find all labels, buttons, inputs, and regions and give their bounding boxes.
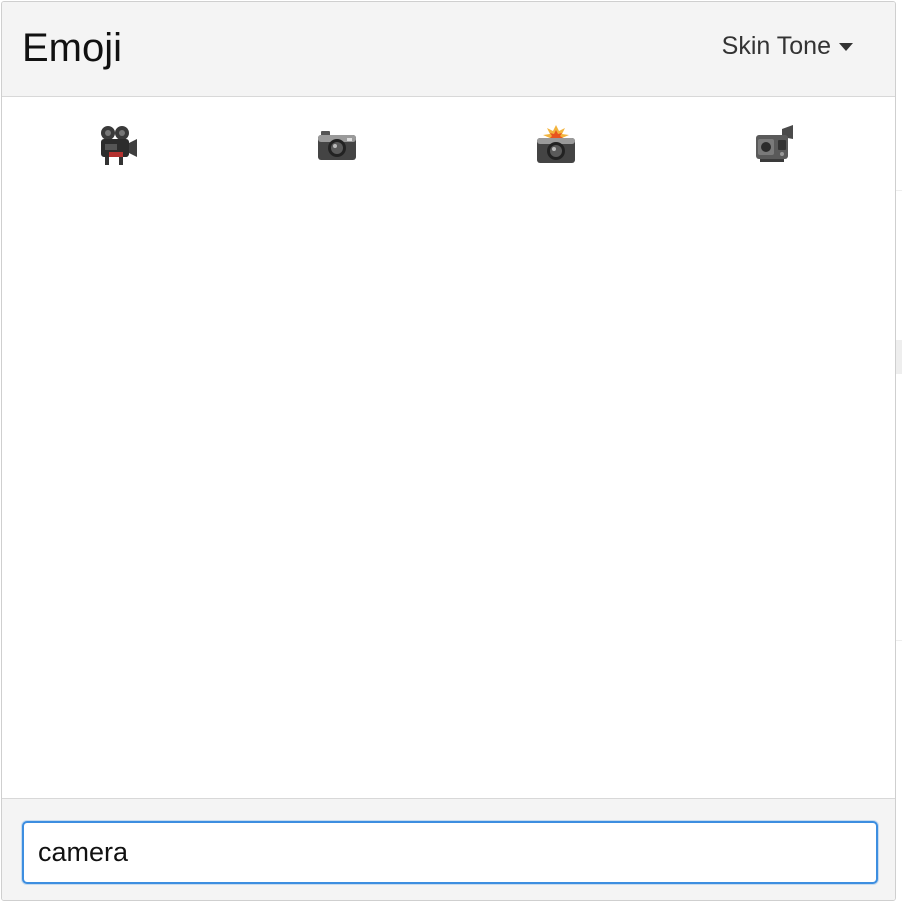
background-fragment bbox=[896, 340, 902, 374]
emoji-picker-footer bbox=[2, 798, 895, 900]
emoji-camera-with-flash[interactable] bbox=[526, 120, 586, 170]
skin-tone-dropdown[interactable]: Skin Tone bbox=[722, 30, 853, 62]
emoji-video-camera[interactable] bbox=[745, 120, 805, 170]
video-camera-icon bbox=[756, 125, 793, 162]
picker-title: Emoji bbox=[22, 26, 123, 70]
camera-with-flash-icon bbox=[537, 125, 575, 163]
emoji-results-grid bbox=[2, 98, 895, 798]
background-divider bbox=[896, 190, 902, 191]
emoji-picker-header: Emoji Skin Tone bbox=[2, 2, 895, 97]
caret-down-icon bbox=[839, 43, 853, 51]
emoji-picker-popover: Emoji Skin Tone bbox=[1, 1, 896, 901]
background-divider bbox=[896, 640, 902, 641]
movie-camera-icon bbox=[101, 126, 137, 165]
skin-tone-label: Skin Tone bbox=[721, 32, 831, 60]
emoji-camera[interactable] bbox=[307, 120, 367, 170]
emoji-movie-camera[interactable] bbox=[88, 120, 148, 170]
emoji-search-input[interactable] bbox=[22, 821, 878, 884]
camera-icon bbox=[318, 131, 356, 160]
